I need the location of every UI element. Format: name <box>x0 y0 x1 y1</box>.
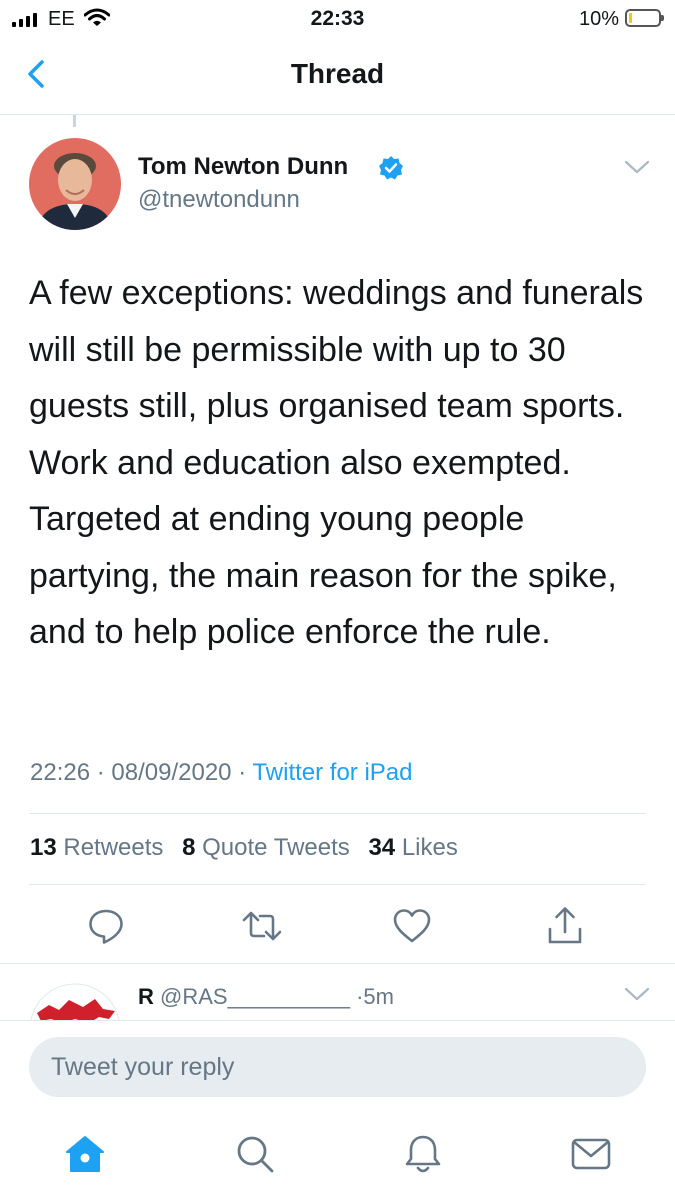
tab-notifications[interactable] <box>401 1132 445 1176</box>
reply-icon <box>89 909 123 944</box>
reply-button[interactable] <box>84 904 128 948</box>
author-name[interactable]: Tom Newton Dunn <box>138 153 348 181</box>
retweet-icon <box>242 911 282 941</box>
share-button[interactable] <box>543 904 587 948</box>
retweets-count: 13 <box>30 834 57 861</box>
home-icon <box>66 1136 104 1172</box>
retweet-button[interactable] <box>240 904 284 948</box>
reply-author-name[interactable]: R <box>138 984 154 1009</box>
navigation-bar: Thread <box>0 40 675 115</box>
tweet-date: 08/09/2020 <box>111 759 232 786</box>
share-icon <box>548 907 582 944</box>
messages-icon <box>571 1138 611 1170</box>
bottom-tab-bar <box>0 1108 675 1200</box>
reply-header: R @RAS__________ ·5m <box>138 984 394 1010</box>
reply-composer <box>0 1020 675 1109</box>
reply-input[interactable] <box>29 1037 646 1097</box>
tab-messages[interactable] <box>569 1132 613 1176</box>
likes-count: 34 <box>368 834 396 861</box>
reply-author-avatar[interactable] <box>29 983 121 1023</box>
tweet-time: 22:26 <box>30 759 91 786</box>
notifications-icon <box>405 1135 441 1173</box>
battery-percent: 10% <box>578 8 619 30</box>
tweet-text: A few exceptions: weddings and funerals … <box>29 274 644 651</box>
reply-time: 5m <box>363 984 394 1009</box>
meta-separator: · <box>238 759 247 786</box>
retweets-label: Retweets <box>63 834 164 861</box>
quotes-count: 8 <box>182 834 196 861</box>
retweets-stat[interactable]: 13 Retweets <box>30 834 163 861</box>
section-divider <box>0 963 675 964</box>
likes-label: Likes <box>401 834 458 861</box>
tweet-source-link[interactable]: Twitter for iPad <box>252 759 412 786</box>
thread-connector-line <box>73 115 76 127</box>
tweet-options-chevron-down-icon[interactable] <box>623 157 651 182</box>
verified-badge-icon <box>378 155 404 186</box>
battery-level-fill <box>629 13 632 23</box>
page-title: Thread <box>290 58 385 89</box>
tweet-timestamp: 22:26 · 08/09/2020 · Twitter for iPad <box>30 759 413 787</box>
meta-separator: · <box>96 759 105 786</box>
tweet-stats: 13 Retweets 8 Quote Tweets 34 Likes <box>30 834 470 862</box>
battery-icon <box>625 9 664 27</box>
status-time: 22:33 <box>310 7 365 30</box>
tab-home[interactable] <box>63 1132 107 1176</box>
reply-author-handle: @RAS__________ <box>160 984 350 1009</box>
status-bar: EE 22:33 10% <box>0 0 675 40</box>
reply-options-chevron-down-icon[interactable] <box>623 984 651 1009</box>
quotes-label: Quote Tweets <box>202 834 350 861</box>
quote-tweets-stat[interactable]: 8 Quote Tweets <box>182 834 350 861</box>
divider <box>29 813 646 814</box>
like-icon <box>393 909 431 943</box>
author-avatar[interactable] <box>29 138 121 230</box>
author-handle: @tnewtondunn <box>138 186 300 213</box>
tweet-actions <box>0 904 675 948</box>
tab-search[interactable] <box>233 1132 277 1176</box>
like-button[interactable] <box>390 904 434 948</box>
likes-stat[interactable]: 34 Likes <box>368 834 457 861</box>
divider <box>29 884 646 885</box>
search-icon <box>237 1136 274 1173</box>
